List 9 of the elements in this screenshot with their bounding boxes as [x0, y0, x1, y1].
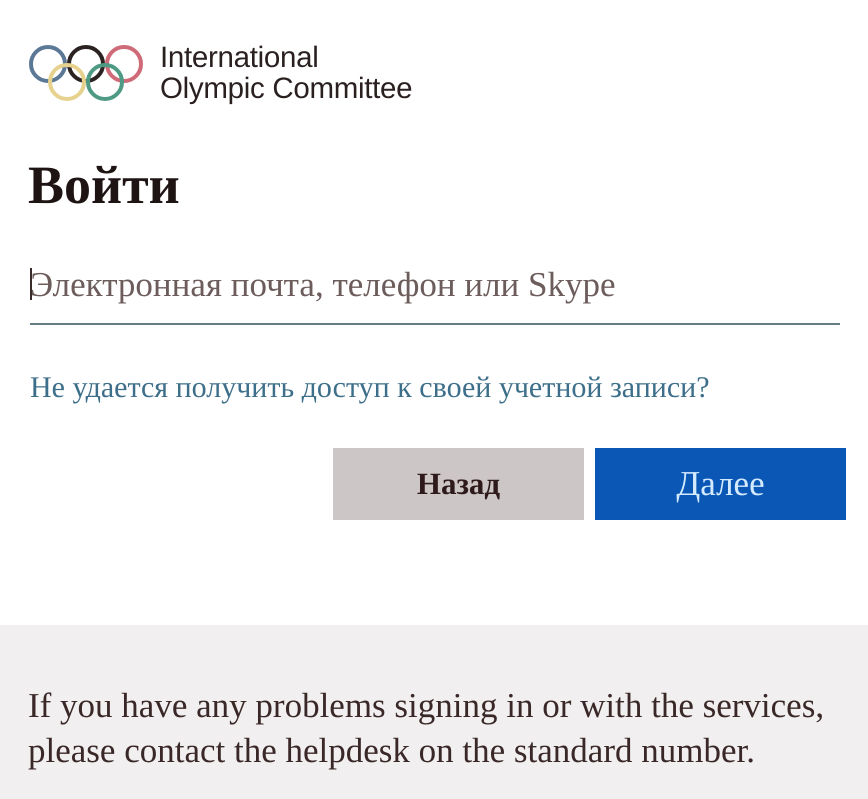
logo-text: International	[160, 42, 320, 73]
back-button[interactable]: Назад	[333, 448, 584, 520]
account-access-link[interactable]: Не удается получить доступ к своей учетной записи?	[30, 371, 710, 405]
email-field[interactable]: Электронная почта, телефон или Skype	[30, 257, 840, 325]
helpdesk-notice: If you have any problems signing in or with the services, please contact the helpdesk on the standard number.	[28, 685, 826, 772]
page-heading: Войти	[28, 155, 181, 215]
olympic-rings-icon	[28, 44, 144, 102]
next-button[interactable]: Далее	[595, 448, 846, 520]
logo-text: Olympic Committee	[160, 73, 412, 104]
